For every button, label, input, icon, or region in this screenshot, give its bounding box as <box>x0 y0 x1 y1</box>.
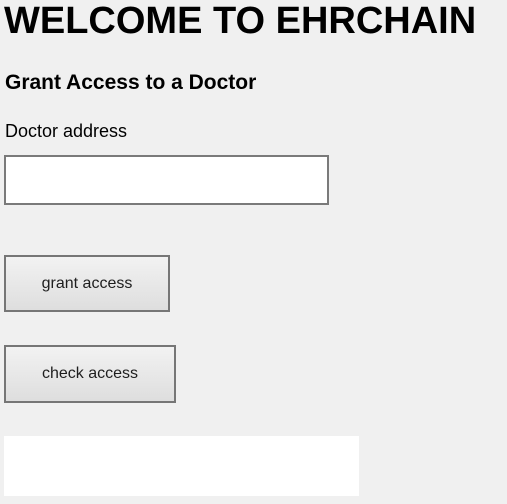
doctor-address-label: Doctor address <box>5 121 128 141</box>
grant-access-button[interactable]: grant access <box>4 255 170 312</box>
check-access-button[interactable]: check access <box>4 345 176 403</box>
doctor-address-input[interactable] <box>4 155 329 205</box>
result-box <box>4 436 359 496</box>
app-title: WELCOME TO EHRCHAIN <box>4 0 477 42</box>
section-title: Grant Access to a Doctor <box>5 71 257 94</box>
